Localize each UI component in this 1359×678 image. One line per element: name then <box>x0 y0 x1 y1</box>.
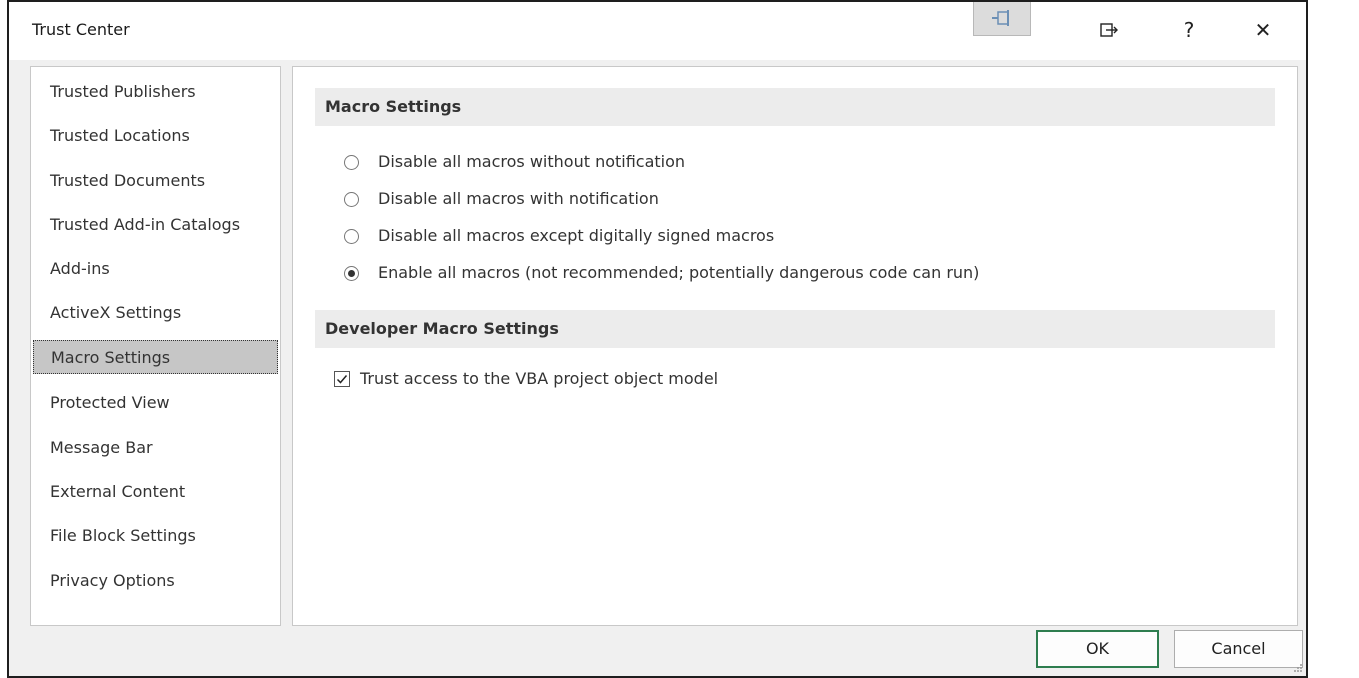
nav-item-macro-settings[interactable]: Macro Settings <box>33 340 278 374</box>
help-icon: ? <box>1183 18 1195 42</box>
radio-disable-except-signed[interactable] <box>344 229 359 244</box>
nav-item-external-content[interactable]: External Content <box>33 475 278 509</box>
nav-item-trusted-locations[interactable]: Trusted Locations <box>33 119 278 153</box>
nav-item-addins[interactable]: Add-ins <box>33 252 278 286</box>
option-label: Disable all macros with notification <box>378 189 659 208</box>
help-button[interactable]: ? <box>1175 16 1203 44</box>
resize-grip-icon[interactable] <box>1293 663 1303 673</box>
option-label: Disable all macros except digitally sign… <box>378 226 775 245</box>
nav-item-protected-view[interactable]: Protected View <box>33 386 278 420</box>
nav-item-file-block-settings[interactable]: File Block Settings <box>33 519 278 553</box>
close-icon: ✕ <box>1254 18 1272 42</box>
cancel-button[interactable]: Cancel <box>1174 630 1303 668</box>
nav-list: Trusted Publishers Trusted Locations Tru… <box>30 66 281 626</box>
radio-disable-with-notification[interactable] <box>344 192 359 207</box>
nav-item-activex-settings[interactable]: ActiveX Settings <box>33 296 278 330</box>
nav-item-trusted-documents[interactable]: Trusted Documents <box>33 164 278 198</box>
pin-icon <box>992 10 1009 26</box>
radio-enable-all[interactable] <box>344 266 359 281</box>
ok-button[interactable]: OK <box>1036 630 1159 668</box>
radio-selected-dot <box>348 270 355 277</box>
close-button[interactable]: ✕ <box>1249 16 1277 44</box>
nav-item-privacy-options[interactable]: Privacy Options <box>33 564 278 598</box>
popout-icon <box>1100 23 1118 37</box>
nav-item-message-bar[interactable]: Message Bar <box>33 431 278 465</box>
nav-item-trusted-addin-catalogs[interactable]: Trusted Add-in Catalogs <box>33 208 278 242</box>
popout-button[interactable] <box>1095 16 1123 44</box>
title-bar: Trust Center ? ✕ <box>9 2 1306 60</box>
macro-settings-header: Macro Settings <box>315 88 1275 126</box>
developer-settings-header: Developer Macro Settings <box>315 310 1275 348</box>
trust-vba-label: Trust access to the VBA project object m… <box>360 369 719 388</box>
pin-button[interactable] <box>973 2 1031 36</box>
nav-item-trusted-publishers[interactable]: Trusted Publishers <box>33 75 278 109</box>
option-label: Disable all macros without notification <box>378 152 686 171</box>
window-title: Trust Center <box>32 20 130 39</box>
option-label: Enable all macros (not recommended; pote… <box>378 263 980 282</box>
checkmark-icon <box>336 375 348 384</box>
trust-center-dialog: Trust Center ? ✕ Trusted Publishers Trus… <box>7 0 1308 678</box>
radio-disable-no-notification[interactable] <box>344 155 359 170</box>
macro-settings-panel: Macro Settings Disable all macros withou… <box>292 66 1298 626</box>
trust-vba-checkbox[interactable] <box>334 371 350 387</box>
